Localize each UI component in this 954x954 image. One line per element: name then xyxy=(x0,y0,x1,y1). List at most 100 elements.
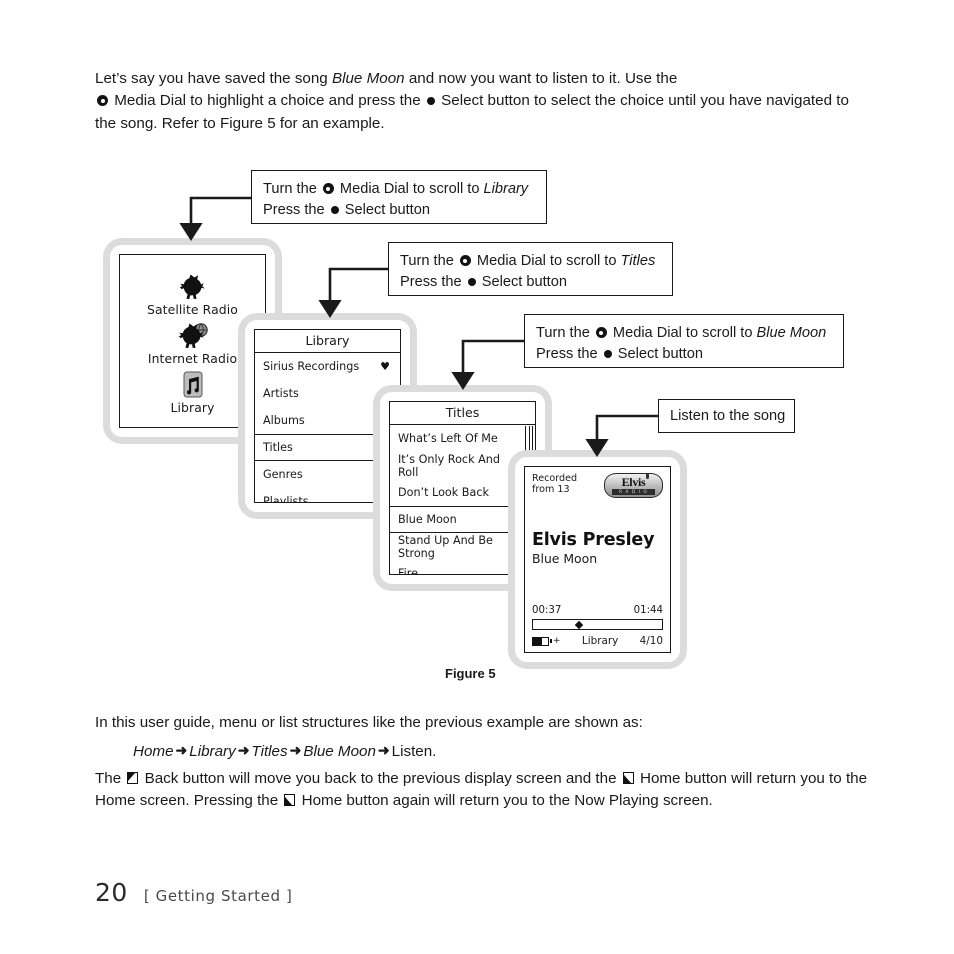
library-row-sirius-recordings[interactable]: Sirius Recordings ♥ xyxy=(255,353,400,380)
callout-bluemoon-line2: Press the Select button xyxy=(536,346,703,362)
progress-bar[interactable] xyxy=(532,619,663,630)
menu-row-label: Stand Up And Be Strong xyxy=(398,533,493,560)
arrow-to-titles-screen xyxy=(451,339,524,390)
callout-titles-target: Titles xyxy=(620,253,656,269)
home-item-satellite-radio[interactable]: Satellite Radio xyxy=(120,271,265,317)
intro-paragraph: Let’s say you have saved the song Blue M… xyxy=(95,68,870,135)
menu-row-label: Sirius Recordings xyxy=(263,360,360,373)
battery-icon: + xyxy=(532,636,561,646)
intro-text-part2: and now you want to listen to it. Use th… xyxy=(404,70,678,87)
callout-titles-line1: Turn the Media Dial to scroll to Titles xyxy=(400,253,656,269)
now-playing-header: Recorded from 13 Elvis R A D I O xyxy=(532,473,663,498)
track-position: 4/10 xyxy=(639,635,663,647)
callout-library-line2: Press the Select button xyxy=(263,202,430,218)
titles-screen-display: Titles What’s Left Of Me It’s Only Rock … xyxy=(389,401,536,575)
select-button-icon xyxy=(330,206,339,214)
library-row-playlists[interactable]: Playlists xyxy=(255,488,400,503)
menu-row-label: Don’t Look Back xyxy=(398,486,489,499)
navigation-path: Home ➜ Library ➜ Titles ➜ Blue Moon ➜ Listen. xyxy=(133,739,893,763)
menu-row-label: Blue Moon xyxy=(398,513,457,526)
menu-row-label: Genres xyxy=(263,468,303,481)
menu-row-label: What’s Left Of Me xyxy=(398,432,498,445)
home-button-icon xyxy=(622,772,634,784)
arrow-to-home-screen xyxy=(179,196,251,241)
device-now-playing-screen: Recorded from 13 Elvis R A D I O Elvis P… xyxy=(515,457,680,662)
media-dial-icon xyxy=(322,183,334,194)
home-item-label: Library xyxy=(170,400,215,415)
titles-row-blue-moon[interactable]: Blue Moon xyxy=(390,506,535,533)
recorded-from-label: Recorded from 13 xyxy=(532,473,578,496)
media-dial-icon xyxy=(595,327,607,338)
titles-screen-title: Titles xyxy=(390,402,535,425)
home-item-internet-radio[interactable]: Internet Radio xyxy=(120,320,265,366)
path-arrow-icon: ➜ xyxy=(377,742,390,758)
menu-row-label: It’s Only Rock And Roll xyxy=(398,452,500,479)
intro-text-part3: Media Dial to highlight a choice and pre… xyxy=(110,92,425,110)
now-playing-content: Recorded from 13 Elvis R A D I O Elvis P… xyxy=(525,467,670,652)
media-dial-icon xyxy=(459,255,471,266)
sirius-dog-globe-icon xyxy=(120,320,265,350)
now-playing-source: Library xyxy=(581,635,619,647)
arrow-to-now-playing-screen xyxy=(585,414,658,457)
path-arrow-icon: ➜ xyxy=(289,742,302,758)
callout-bluemoon-line1: Turn the Media Dial to scroll to Blue Mo… xyxy=(536,325,827,341)
callout-scroll-to-titles: Turn the Media Dial to scroll to Titles … xyxy=(388,242,673,296)
back-button-icon xyxy=(127,772,139,784)
library-row-titles[interactable]: Titles xyxy=(255,434,400,461)
home-item-label: Internet Radio xyxy=(147,351,238,366)
microphone-icon xyxy=(646,474,649,479)
music-note-icon xyxy=(120,369,265,399)
library-row-genres[interactable]: Genres xyxy=(255,461,400,488)
elvis-radio-logo-icon: Elvis R A D I O xyxy=(604,473,663,498)
library-screen-title: Library xyxy=(255,330,400,353)
guide-intro-paragraph: In this user guide, menu or list structu… xyxy=(95,714,643,731)
now-playing-times: 00:37 01:44 xyxy=(532,605,663,616)
progress-thumb[interactable] xyxy=(574,620,583,629)
intro-song-title: Blue Moon xyxy=(331,70,405,87)
now-playing-status-bar: + Library 4/10 xyxy=(532,635,663,647)
select-button-icon xyxy=(426,97,435,106)
home-item-label: Satellite Radio xyxy=(146,302,238,317)
now-playing-artist: Elvis Presley xyxy=(532,530,655,550)
titles-row-dont-look-back[interactable]: Don’t Look Back xyxy=(390,479,535,506)
callout-listen-to-song: Listen to the song xyxy=(658,399,795,433)
menu-row-label: Fire xyxy=(398,567,418,575)
titles-menu-list: What’s Left Of Me It’s Only Rock And Rol… xyxy=(390,425,535,575)
menu-row-label: Artists xyxy=(263,387,299,400)
menu-row-label: Titles xyxy=(263,441,293,454)
titles-row-stand-up-and-be-strong[interactable]: Stand Up And Be Strong xyxy=(390,533,535,560)
select-button-icon xyxy=(603,350,612,358)
library-screen-display: Library Sirius Recordings ♥ Artists Albu… xyxy=(254,329,401,503)
path-step-home: Home xyxy=(133,743,174,760)
path-step-blue-moon: Blue Moon xyxy=(303,743,376,760)
total-duration: 01:44 xyxy=(633,605,663,616)
callout-scroll-to-blue-moon: Turn the Media Dial to scroll to Blue Mo… xyxy=(524,314,844,368)
page-footer: 20 [ Getting Started ] xyxy=(95,878,292,907)
library-row-artists[interactable]: Artists xyxy=(255,380,400,407)
page-number: 20 xyxy=(95,878,128,907)
home-screen-display: Satellite Radio Internet Radio Library xyxy=(119,254,266,428)
callout-scroll-to-library: Turn the Media Dial to scroll to Library… xyxy=(251,170,547,224)
menu-row-label: Playlists xyxy=(263,495,309,503)
callout-library-line1: Turn the Media Dial to scroll to Library xyxy=(263,181,529,197)
select-button-icon xyxy=(467,278,476,286)
titles-row-its-only-rock-and-roll[interactable]: It’s Only Rock And Roll ♥ xyxy=(390,452,535,479)
titles-row-fire[interactable]: Fire xyxy=(390,560,535,575)
media-dial-icon xyxy=(97,95,108,107)
path-step-library: Library xyxy=(189,743,236,760)
callout-bluemoon-target: Blue Moon xyxy=(756,325,827,341)
home-item-library[interactable]: Library xyxy=(120,369,265,415)
library-menu-list: Sirius Recordings ♥ Artists Albums Title… xyxy=(255,353,400,503)
figure-caption: Figure 5 xyxy=(445,666,496,681)
library-row-albums[interactable]: Albums xyxy=(255,407,400,434)
elapsed-time: 00:37 xyxy=(532,605,562,616)
callout-titles-line2: Press the Select button xyxy=(400,274,567,290)
buttons-description-paragraph: The Back button will move you back to th… xyxy=(95,770,868,810)
home-menu-list: Satellite Radio Internet Radio Library xyxy=(120,255,265,427)
menu-row-label: Albums xyxy=(263,414,305,427)
path-step-titles: Titles xyxy=(251,743,288,760)
sirius-dog-icon xyxy=(120,271,265,301)
callout-listen-text: Listen to the song xyxy=(670,408,786,424)
path-arrow-icon: ➜ xyxy=(175,742,188,758)
titles-row-whats-left-of-me[interactable]: What’s Left Of Me xyxy=(390,425,535,452)
